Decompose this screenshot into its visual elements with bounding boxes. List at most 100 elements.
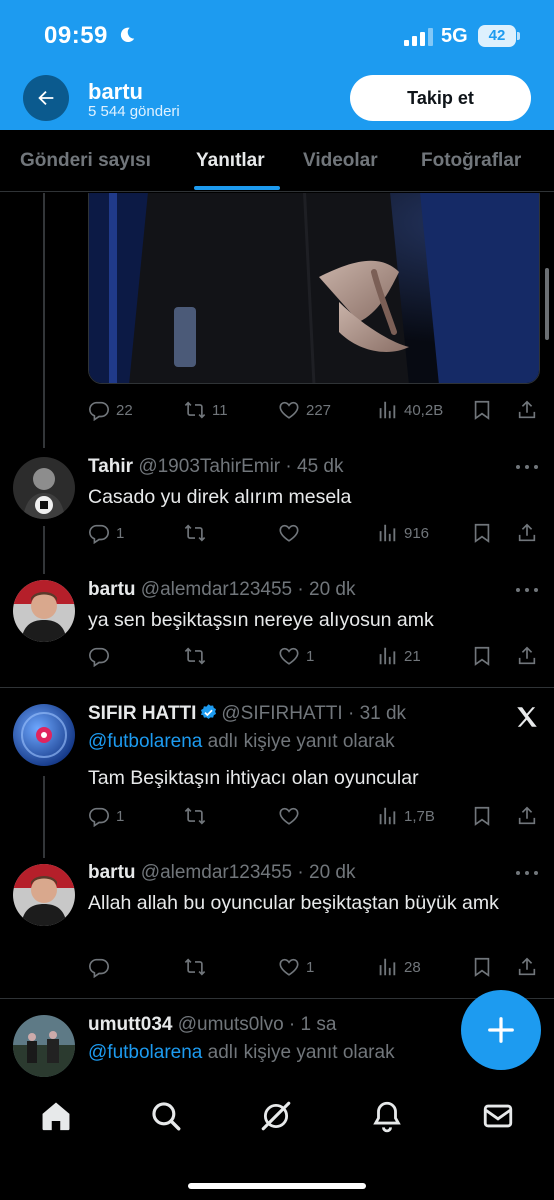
like-button[interactable]: [278, 803, 300, 829]
like-button[interactable]: 227: [278, 397, 331, 423]
bookmark-button[interactable]: [471, 954, 493, 980]
profile-tabs: Gönderi sayısı Yanıtlar Videolar Fotoğra…: [0, 130, 554, 192]
more-button[interactable]: [516, 871, 540, 877]
avatar[interactable]: [13, 1015, 75, 1077]
tab-replies[interactable]: Yanıtlar: [196, 150, 265, 172]
views-button[interactable]: 1,7B: [376, 803, 435, 829]
follow-button[interactable]: Takip et: [350, 75, 531, 121]
views-count: 916: [404, 524, 430, 542]
avatar[interactable]: [13, 704, 75, 766]
post-text: Allah allah bu oyuncular beşiktaştan büy…: [88, 892, 499, 914]
avatar[interactable]: [13, 864, 75, 926]
author-name[interactable]: Tahir: [88, 456, 133, 477]
author-meta: @umuts0lvo · 1 sa: [177, 1014, 337, 1035]
avatar-image: [13, 704, 75, 766]
search-icon[interactable]: [149, 1099, 183, 1133]
reply-button[interactable]: 1: [88, 803, 124, 829]
bookmark-button[interactable]: [471, 803, 493, 829]
share-button[interactable]: [516, 803, 538, 829]
bookmark-button[interactable]: [471, 397, 493, 423]
tab-photos[interactable]: Fotoğraflar: [421, 150, 521, 172]
author-name[interactable]: bartu: [88, 579, 136, 600]
repost-icon: [184, 524, 206, 542]
signal-icon: [404, 28, 433, 46]
views-button[interactable]: 21: [376, 643, 421, 669]
author-meta: @SIFIRHATTI · 31 dk: [221, 703, 407, 724]
active-tab-indicator: [194, 186, 280, 190]
avatar[interactable]: [13, 457, 75, 519]
verified-icon: [201, 704, 217, 719]
divider: [0, 687, 554, 688]
bookmark-button[interactable]: [471, 643, 493, 669]
bookmark-button[interactable]: [471, 520, 493, 546]
reply-button[interactable]: [88, 954, 110, 980]
like-button[interactable]: 1: [278, 954, 314, 980]
bell-icon[interactable]: [370, 1099, 404, 1133]
views-button[interactable]: 40,2B: [376, 397, 443, 423]
share-button[interactable]: [516, 643, 538, 669]
bookmark-icon: [474, 646, 490, 666]
more-button[interactable]: [516, 588, 540, 594]
more-button[interactable]: [516, 465, 540, 471]
avatar[interactable]: [13, 580, 75, 642]
reply-icon: [89, 524, 109, 544]
repost-icon: [184, 807, 206, 825]
like-button[interactable]: [278, 520, 300, 546]
author-name[interactable]: bartu: [88, 862, 136, 883]
post-actions: 1 1,7B: [88, 803, 540, 829]
scrollbar[interactable]: [545, 268, 549, 340]
views-icon: [379, 647, 396, 665]
avatar-image: [13, 1015, 75, 1077]
repost-button[interactable]: [184, 520, 206, 546]
avatar-image: [13, 580, 75, 642]
reply-to-handle[interactable]: @futbolarena: [88, 1042, 202, 1063]
share-icon: [518, 400, 536, 419]
views-button[interactable]: 916: [376, 520, 429, 546]
share-button[interactable]: [516, 397, 538, 423]
reply-count: 22: [116, 401, 133, 419]
post-image[interactable]: [88, 193, 540, 384]
repost-button[interactable]: [184, 643, 206, 669]
grok-icon[interactable]: [259, 1099, 293, 1133]
like-icon: [279, 401, 299, 419]
share-button[interactable]: [516, 954, 538, 980]
share-icon: [518, 646, 536, 665]
reply-button[interactable]: 1: [88, 520, 124, 546]
reply-icon: [89, 958, 109, 978]
reply-button[interactable]: [88, 643, 110, 669]
share-button[interactable]: [516, 520, 538, 546]
repost-button[interactable]: [184, 954, 206, 980]
back-button[interactable]: [23, 75, 69, 121]
repost-icon: [184, 647, 206, 665]
thread-line: [43, 193, 45, 448]
avatar-image: [13, 864, 75, 926]
reply-button[interactable]: 22: [88, 397, 133, 423]
reply-icon: [89, 807, 109, 827]
avatar-image: [13, 457, 75, 519]
thread-line: [43, 526, 45, 574]
home-icon[interactable]: [39, 1099, 73, 1133]
battery-tip: [517, 32, 520, 40]
like-button[interactable]: 1: [278, 643, 314, 669]
post-actions: 1 916: [88, 520, 540, 546]
post-header: SIFIR HATTI @SIFIRHATTI · 31 dk: [88, 703, 406, 725]
like-icon: [279, 807, 299, 825]
author-name[interactable]: SIFIR HATTI: [88, 703, 196, 724]
replies-feed[interactable]: 22 11 227 40,2B Tahir @1903TahirEmir · 4…: [0, 193, 554, 1083]
mail-icon[interactable]: [481, 1099, 515, 1133]
repost-button[interactable]: [184, 803, 206, 829]
post-text: Casado yu direk alırım mesela: [88, 486, 352, 508]
views-button[interactable]: 28: [376, 954, 421, 980]
page-title: bartu: [88, 79, 143, 104]
tab-posts[interactable]: Gönderi sayısı: [20, 150, 151, 172]
thread-line: [43, 776, 45, 858]
like-count: 1: [306, 647, 315, 665]
post-photo: [89, 193, 539, 383]
reply-to-handle[interactable]: @futbolarena: [88, 731, 202, 752]
post-actions: 22 11 227 40,2B: [88, 397, 540, 423]
compose-button[interactable]: [461, 990, 541, 1070]
tab-videos[interactable]: Videolar: [303, 150, 378, 172]
repost-button[interactable]: 11: [184, 397, 228, 423]
author-name[interactable]: umutt034: [88, 1014, 172, 1035]
share-icon: [518, 523, 536, 542]
